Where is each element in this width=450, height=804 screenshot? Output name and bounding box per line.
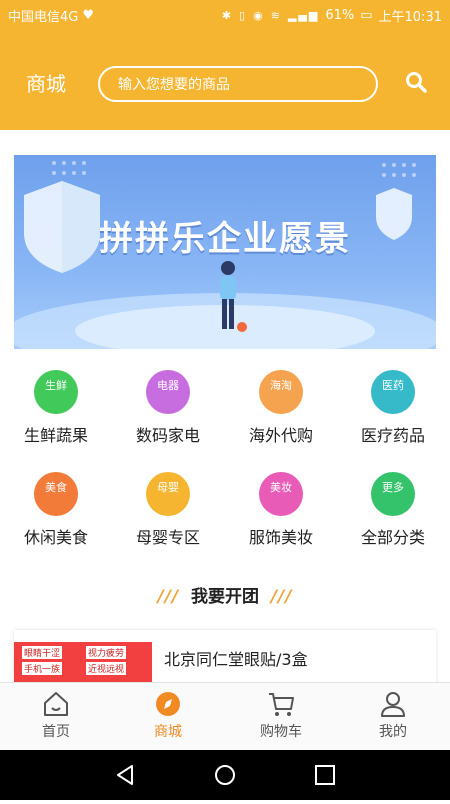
category-tag: 更多 (382, 481, 404, 494)
tab-label: 我的 (379, 724, 407, 740)
search-placeholder: 输入您想要的商品 (118, 77, 230, 93)
recents-icon (315, 765, 335, 785)
cart-icon (266, 689, 296, 719)
signal-icon: ▂▄▆ (287, 8, 320, 22)
category-label: 医疗药品 (360, 426, 425, 445)
status-left: 中国电信4G ♥ (8, 6, 94, 25)
bluetooth-icon: ✱ (221, 8, 234, 22)
category-fresh[interactable]: 生鲜 生鲜蔬果 (0, 370, 112, 446)
promo-banner[interactable]: 拼拼乐企业愿景 (14, 155, 436, 349)
tab-home[interactable]: 首页 (0, 683, 112, 751)
banner-headline: 拼拼乐企业愿景 (99, 219, 351, 259)
thumb-line: 近视远视 (86, 662, 127, 675)
clock-time: 上午10:31 (378, 9, 442, 25)
carrier-label: 中国电信4G (8, 9, 79, 25)
search-input[interactable]: 输入您想要的商品 (98, 66, 378, 102)
battery-icon: ▭ (360, 7, 373, 23)
section-title: 我要开团 (191, 587, 259, 607)
status-bar: 中国电信4G ♥ ✱ ▯ ◉ ≋ ▂▄▆ 61% ▭ 上午10:31 (0, 0, 450, 30)
category-beauty[interactable]: 美妆 服饰美妆 (225, 472, 337, 548)
category-tag: 海淘 (270, 379, 292, 392)
category-label: 数码家电 (135, 426, 200, 445)
section-heading: /// 我要开团 /// (0, 582, 450, 607)
tab-label: 商城 (154, 724, 182, 740)
tab-label: 首页 (42, 724, 70, 740)
category-icon: 美食 (34, 472, 78, 516)
bottom-tab-bar: 首页 商城 购物车 我的 (0, 682, 450, 750)
home-icon (41, 689, 71, 719)
category-icon: 母婴 (146, 472, 190, 516)
category-tag: 医药 (382, 379, 404, 392)
thumb-line: 眼睛干涩 (22, 646, 63, 659)
category-label: 全部分类 (360, 528, 425, 547)
eye-icon: ◉ (253, 8, 265, 22)
category-icon: 生鲜 (34, 370, 78, 414)
category-icon: 美妆 (259, 472, 303, 516)
heart-icon: ♥ (82, 7, 95, 23)
search-icon[interactable] (404, 70, 428, 94)
thumb-line: 视力疲劳 (86, 646, 127, 659)
category-all[interactable]: 更多 全部分类 (337, 472, 449, 548)
tab-mall[interactable]: 商城 (112, 683, 224, 751)
category-medicine[interactable]: 医药 医疗药品 (337, 370, 449, 446)
wifi-icon: ≋ (270, 8, 282, 22)
system-nav-bar (0, 750, 450, 800)
vibrate-icon: ▯ (239, 8, 248, 22)
category-label: 服饰美妆 (248, 528, 313, 547)
home-nav-icon (215, 765, 235, 785)
category-label: 母婴专区 (135, 528, 200, 547)
category-electronics[interactable]: 电器 数码家电 (112, 370, 224, 446)
category-icon: 更多 (371, 472, 415, 516)
page-title: 商城 (26, 72, 66, 96)
category-tag: 生鲜 (45, 379, 67, 392)
thumb-line: 手机一族 (22, 662, 63, 675)
battery-percent: 61% (325, 7, 355, 23)
category-label: 生鲜蔬果 (23, 426, 88, 445)
category-tag: 电器 (157, 379, 179, 392)
decor-slashes-left: /// (157, 587, 180, 607)
status-right: ✱ ▯ ◉ ≋ ▂▄▆ 61% ▭ 上午10:31 (222, 6, 442, 25)
category-overseas[interactable]: 海淘 海外代购 (225, 370, 337, 446)
compass-icon (153, 689, 183, 719)
category-tag: 美食 (45, 481, 67, 494)
tab-label: 购物车 (260, 724, 302, 740)
category-tag: 美妆 (270, 481, 292, 494)
user-icon (378, 689, 408, 719)
category-tag: 母婴 (157, 481, 179, 494)
product-card[interactable]: 眼睛干涩 视力疲劳 手机一族 近视远视 北京同仁堂眼贴/3盒 (14, 630, 436, 690)
category-icon: 电器 (146, 370, 190, 414)
decor-slashes-right: /// (270, 587, 293, 607)
category-snacks[interactable]: 美食 休闲美食 (0, 472, 112, 548)
category-label: 休闲美食 (23, 528, 88, 547)
product-name: 北京同仁堂眼贴/3盒 (164, 650, 308, 669)
category-label: 海外代购 (248, 426, 313, 445)
category-icon: 医药 (371, 370, 415, 414)
category-baby[interactable]: 母婴 母婴专区 (112, 472, 224, 548)
back-icon (117, 765, 133, 785)
category-icon: 海淘 (259, 370, 303, 414)
header: 商城 输入您想要的商品 (0, 30, 450, 130)
tab-profile[interactable]: 我的 (337, 683, 449, 751)
tab-cart[interactable]: 购物车 (225, 683, 337, 751)
